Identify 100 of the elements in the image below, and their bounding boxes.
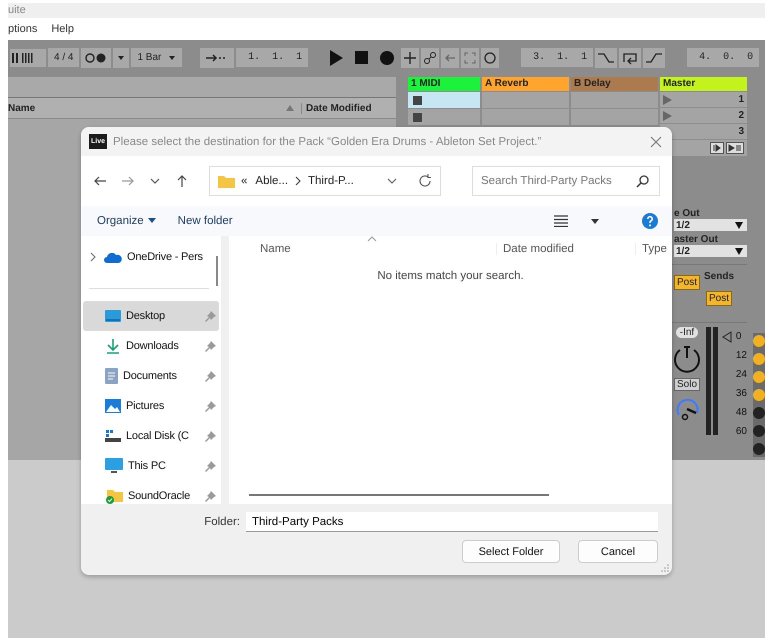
volume-readout[interactable]: -Inf	[676, 327, 698, 338]
caret-icon	[735, 248, 743, 254]
nav-item[interactable]: Local Disk (C	[83, 421, 219, 451]
address-bar[interactable]: « Able... Third-P...	[209, 166, 441, 196]
view-list-icon[interactable]	[554, 215, 568, 227]
scrollbar-thumb[interactable]	[249, 494, 549, 496]
column-header[interactable]: Type	[635, 243, 667, 255]
back-icon[interactable]	[93, 174, 107, 188]
cancel-button[interactable]: Cancel	[578, 540, 658, 563]
play-icon[interactable]	[328, 48, 344, 66]
post-button[interactable]: Post	[706, 291, 732, 306]
nav-item[interactable]: Desktop	[83, 301, 219, 331]
quantize-dropdown[interactable]: 1 Bar	[131, 48, 182, 67]
loop-length-field[interactable]: 4. 0. 0	[687, 48, 760, 67]
dialog-title: Please select the destination for the Pack “Golden Era Drums - Ableton Set Project.”	[113, 136, 542, 148]
launch-icon[interactable]	[710, 142, 724, 154]
output-dropdown[interactable]: 1/2	[674, 245, 747, 257]
empty-message: No items match your search.	[377, 270, 524, 282]
toggle-icon[interactable]	[753, 353, 765, 365]
menu-item[interactable]: ptions	[8, 23, 38, 35]
output-label: aster Out	[674, 234, 719, 245]
nav-item[interactable]: Downloads	[83, 331, 219, 361]
pin-icon[interactable]	[205, 430, 216, 442]
toggle-icon[interactable]	[753, 335, 765, 347]
caret-icon	[148, 218, 156, 224]
clip-slot[interactable]	[571, 109, 658, 125]
scene-slot[interactable]: 3	[660, 124, 747, 139]
play-list-icon[interactable]	[726, 142, 744, 154]
scene-slot[interactable]: 1	[660, 92, 747, 107]
post-button[interactable]: Post	[674, 275, 700, 290]
loop-start-field[interactable]: 3. 1. 1	[521, 48, 594, 67]
chevron-right-icon[interactable]	[89, 252, 97, 262]
folder-field[interactable]: Third-Party Packs	[246, 512, 658, 532]
document-icon	[105, 368, 118, 384]
track-header[interactable]: A Reverb	[482, 77, 569, 91]
caret-icon[interactable]	[113, 48, 130, 68]
track-header[interactable]: B Delay	[571, 77, 658, 91]
caret-icon[interactable]	[590, 217, 600, 225]
toggle-icon[interactable]	[753, 407, 765, 419]
image-icon	[105, 399, 121, 413]
column-header[interactable]: Name	[260, 243, 370, 255]
chevron-right-icon	[294, 176, 302, 186]
up-icon[interactable]	[175, 174, 189, 188]
solo-button[interactable]: Solo	[674, 378, 700, 391]
stop-icon[interactable]	[354, 48, 370, 66]
sort-arrow-icon	[285, 103, 295, 113]
select-folder-button[interactable]: Select Folder	[462, 540, 560, 563]
clip-slot[interactable]	[571, 92, 658, 108]
window-title: uite	[8, 4, 26, 16]
pin-icon[interactable]	[205, 490, 216, 502]
column-header[interactable]: Name	[8, 102, 285, 114]
clip-slot[interactable]	[482, 109, 569, 125]
track-header[interactable]: Master	[660, 77, 747, 91]
refresh-icon[interactable]	[418, 174, 432, 188]
output-dropdown[interactable]: 1/2	[674, 219, 747, 231]
pin-icon[interactable]	[205, 400, 216, 412]
nav-item[interactable]: Pictures	[83, 391, 219, 421]
bars-icon[interactable]	[10, 48, 46, 66]
clip-slot[interactable]	[482, 92, 569, 108]
nav-item[interactable]: OneDrive - Pers	[83, 242, 219, 272]
caret-icon	[735, 222, 743, 228]
scrollbar-thumb[interactable]	[216, 256, 218, 286]
pin-icon[interactable]	[205, 340, 216, 352]
record-icon[interactable]	[379, 48, 396, 66]
toggle-icon[interactable]	[753, 443, 765, 455]
track-header[interactable]: 1 MIDI	[408, 77, 480, 91]
forward-icon[interactable]	[121, 174, 135, 188]
scale-label: 0	[736, 331, 742, 342]
nav-item[interactable]: SoundOracle	[83, 481, 219, 511]
clip-slot[interactable]	[408, 92, 480, 108]
position-field[interactable]: 1. 1. 1	[236, 48, 308, 67]
close-icon[interactable]	[650, 136, 662, 148]
help-icon[interactable]	[642, 213, 658, 229]
organize-menu[interactable]: Organize	[97, 215, 156, 227]
nav-item[interactable]: This PC	[83, 451, 219, 481]
column-header[interactable]: Date modified	[496, 243, 635, 255]
new-folder-button[interactable]: New folder	[178, 215, 233, 227]
clip-slot[interactable]	[408, 109, 480, 125]
pin-icon[interactable]	[205, 460, 216, 472]
time-signature[interactable]: 4 / 4	[48, 48, 80, 67]
output-label: e Out	[674, 208, 701, 219]
nav-item[interactable]: Documents	[83, 361, 219, 391]
search-field[interactable]: Search Third-Party Packs	[472, 166, 660, 196]
column-header[interactable]: Date Modified	[301, 102, 396, 114]
toggle-icon[interactable]	[753, 425, 765, 437]
loop-icon[interactable]	[619, 48, 642, 68]
toggle-icon[interactable]	[753, 371, 765, 383]
fader-arrow-icon[interactable]	[722, 331, 732, 343]
scene-slot[interactable]: 2	[660, 108, 747, 123]
menu-item[interactable]: Help	[51, 23, 74, 35]
monitor-icon	[105, 458, 123, 474]
desktop-icon	[105, 310, 121, 322]
chevron-down-icon[interactable]	[386, 176, 398, 186]
resize-grip-icon[interactable]	[661, 564, 669, 572]
scale-label: 36	[736, 388, 747, 399]
search-icon[interactable]	[636, 174, 650, 188]
pin-icon[interactable]	[205, 370, 216, 382]
toggle-icon[interactable]	[753, 389, 765, 401]
plus-icon[interactable]	[401, 48, 420, 68]
folder-icon	[218, 174, 235, 188]
